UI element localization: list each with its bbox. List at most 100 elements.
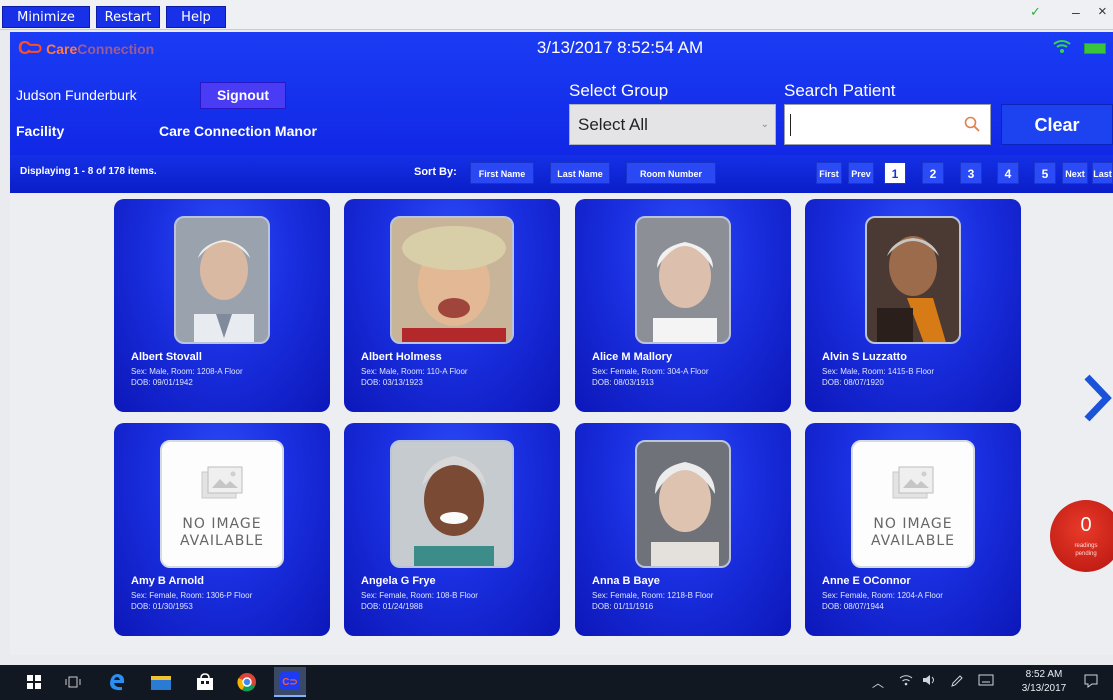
patient-name: Anne E OConnor <box>822 575 911 587</box>
patient-name: Amy B Arnold <box>131 575 204 587</box>
page-first-button[interactable]: First <box>816 162 842 184</box>
select-group-label: Select Group <box>569 81 669 100</box>
taskbar-date: 3/13/2017 <box>1021 683 1067 694</box>
current-datetime: 3/13/2017 8:52:54 AM <box>536 38 704 57</box>
patient-dob: DOB: 03/13/1923 <box>361 378 423 387</box>
patient-name: Angela G Frye <box>361 575 436 587</box>
clear-button[interactable]: Clear <box>1001 104 1113 145</box>
patient-name: Anna B Baye <box>592 575 660 587</box>
wifi-icon <box>1053 38 1071 59</box>
next-page-arrow-icon[interactable] <box>1083 373 1113 423</box>
taskbar-clock[interactable]: 8:52 AM 3/13/2017 <box>1018 668 1070 696</box>
patient-card[interactable]: Albert Holmess Sex: Male, Room: 110-A Fl… <box>344 199 560 412</box>
sort-by-label: Sort By: <box>414 166 457 178</box>
image-placeholder-icon <box>200 464 244 507</box>
patient-photo <box>635 216 731 344</box>
patient-dob: DOB: 01/24/1988 <box>361 602 423 611</box>
store-icon[interactable] <box>194 672 216 692</box>
sort-paging-bar: Displaying 1 - 8 of 178 items. Sort By: … <box>10 155 1113 193</box>
signout-button[interactable]: Signout <box>200 82 286 109</box>
patient-photo <box>865 216 961 344</box>
patient-dob: DOB: 09/01/1942 <box>131 378 193 387</box>
taskbar-time: 8:52 AM <box>1025 669 1063 680</box>
chevron-up-icon[interactable]: ︿ <box>872 674 884 691</box>
window-close-icon[interactable]: × <box>1098 3 1107 20</box>
network-icon[interactable] <box>899 674 913 689</box>
task-view-icon[interactable] <box>64 672 82 692</box>
patient-name: Alvin S Luzzatto <box>822 351 907 363</box>
careconnection-app-icon[interactable]: C⊃ <box>274 667 306 697</box>
notifications-icon[interactable] <box>1084 674 1098 691</box>
windows-taskbar: C⊃ ︿ 8:52 AM 3/13/2017 <box>0 665 1113 700</box>
readings-pending-badge[interactable]: 0 readings pending <box>1050 500 1113 572</box>
file-explorer-icon[interactable] <box>150 672 172 692</box>
page-3-button[interactable]: 3 <box>960 162 982 184</box>
patient-sex-room: Sex: Female, Room: 1218-B Floor <box>592 591 714 600</box>
battery-icon <box>1084 43 1106 54</box>
patient-card[interactable]: Alice M Mallory Sex: Female, Room: 304-A… <box>575 199 791 412</box>
sort-room-number-button[interactable]: Room Number <box>626 162 716 184</box>
window-minimize-icon[interactable]: – <box>1072 4 1080 20</box>
image-placeholder-icon <box>891 464 935 507</box>
no-image-text: NO IMAGE AVAILABLE <box>179 516 265 549</box>
patient-sex-room: Sex: Female, Room: 1306-P Floor <box>131 591 253 600</box>
minimize-button[interactable]: Minimize <box>2 6 90 28</box>
text-cursor <box>790 114 791 136</box>
select-group-value: Select All <box>578 115 648 134</box>
page-next-button[interactable]: Next <box>1062 162 1088 184</box>
page-1-button[interactable]: 1 <box>884 162 906 184</box>
page-5-button[interactable]: 5 <box>1034 162 1056 184</box>
restart-button[interactable]: Restart <box>96 6 160 28</box>
patient-card[interactable]: NO IMAGE AVAILABLE Amy B Arnold Sex: Fem… <box>114 423 330 636</box>
edge-icon[interactable] <box>106 672 128 692</box>
svg-text:C⊃: C⊃ <box>282 677 298 688</box>
patient-sex-room: Sex: Female, Room: 108-B Floor <box>361 591 478 600</box>
patient-card[interactable]: Albert Stovall Sex: Male, Room: 1208-A F… <box>114 199 330 412</box>
patient-dob: DOB: 01/11/1916 <box>592 602 654 611</box>
patient-name: Albert Stovall <box>131 351 202 363</box>
careconnection-logo: C⊃ CareConnection <box>18 38 155 58</box>
page-2-button[interactable]: 2 <box>922 162 944 184</box>
patient-sex-room: Sex: Male, Room: 1208-A Floor <box>131 367 243 376</box>
logo-mark: C⊃ <box>18 38 43 58</box>
check-icon: ✓ <box>1030 4 1041 19</box>
patient-grid: Albert Stovall Sex: Male, Room: 1208-A F… <box>10 193 1113 655</box>
windows-start-icon[interactable] <box>26 672 42 692</box>
app-header: C⊃ CareConnection 3/13/2017 8:52:54 AM Ju… <box>10 32 1113 155</box>
patient-card[interactable]: Alvin S Luzzatto Sex: Male, Room: 1415-B… <box>805 199 1021 412</box>
patient-name: Alice M Mallory <box>592 351 673 363</box>
search-icon[interactable] <box>963 115 981 138</box>
patient-card[interactable]: Angela G Frye Sex: Female, Room: 108-B F… <box>344 423 560 636</box>
volume-icon[interactable] <box>922 674 938 689</box>
pending-label: readings pending <box>1074 543 1098 557</box>
help-button[interactable]: Help <box>166 6 226 28</box>
search-patient-input[interactable] <box>784 104 991 145</box>
page-last-button[interactable]: Last <box>1092 162 1113 184</box>
chevron-down-icon: ⌄ <box>760 119 769 130</box>
patient-name: Albert Holmess <box>361 351 442 363</box>
patient-photo <box>390 216 514 344</box>
pen-icon[interactable] <box>950 674 964 691</box>
patient-dob: DOB: 08/07/1944 <box>822 602 884 611</box>
no-image-placeholder: NO IMAGE AVAILABLE <box>851 440 975 568</box>
patient-dob: DOB: 01/30/1953 <box>131 602 193 611</box>
select-group-dropdown[interactable]: Select All ⌄ <box>569 104 776 145</box>
patient-photo <box>174 216 270 344</box>
patient-card[interactable]: NO IMAGE AVAILABLE Anne E OConnor Sex: F… <box>805 423 1021 636</box>
no-image-text: NO IMAGE AVAILABLE <box>870 516 956 549</box>
patient-sex-room: Sex: Female, Room: 304-A Floor <box>592 367 709 376</box>
facility-label: Facility <box>16 123 65 139</box>
patient-sex-room: Sex: Male, Room: 110-A Floor <box>361 367 468 376</box>
chrome-icon[interactable] <box>236 672 258 692</box>
sort-first-name-button[interactable]: First Name <box>470 162 534 184</box>
display-count: Displaying 1 - 8 of 178 items. <box>20 166 157 177</box>
keyboard-icon[interactable] <box>978 674 994 689</box>
page-4-button[interactable]: 4 <box>997 162 1019 184</box>
no-image-placeholder: NO IMAGE AVAILABLE <box>160 440 284 568</box>
patient-photo <box>390 440 514 568</box>
patient-card[interactable]: Anna B Baye Sex: Female, Room: 1218-B Fl… <box>575 423 791 636</box>
page-prev-button[interactable]: Prev <box>848 162 874 184</box>
sort-last-name-button[interactable]: Last Name <box>550 162 610 184</box>
patient-sex-room: Sex: Female, Room: 1204-A Floor <box>822 591 943 600</box>
patient-sex-room: Sex: Male, Room: 1415-B Floor <box>822 367 935 376</box>
